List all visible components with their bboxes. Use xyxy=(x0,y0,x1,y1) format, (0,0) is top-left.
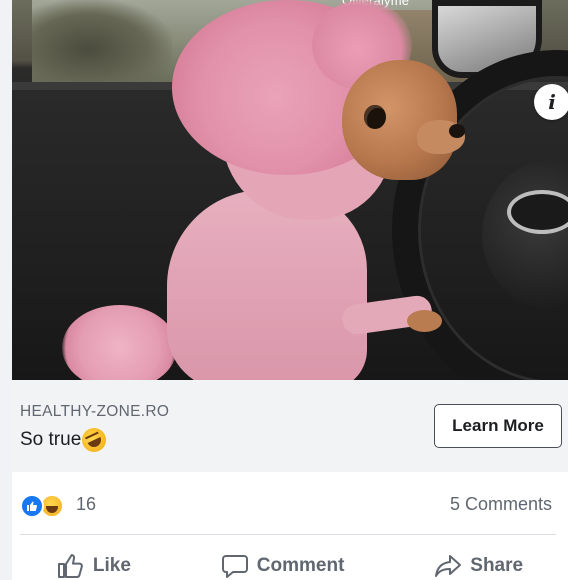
like-button[interactable]: Like xyxy=(57,537,131,579)
like-reaction-icon xyxy=(20,494,44,518)
comment-label: Comment xyxy=(256,554,345,576)
ad-headline-text: So true xyxy=(20,429,82,450)
share-button[interactable]: Share xyxy=(434,537,523,579)
ad-link-bar[interactable]: HEALTHY-ZONE.RO So true Learn More xyxy=(12,380,568,472)
dog-eye xyxy=(364,105,386,129)
dog-paw xyxy=(407,310,442,332)
tail-pompom xyxy=(62,305,177,380)
ad-domain: HEALTHY-ZONE.RO xyxy=(20,403,170,420)
rolling-laughing-emoji-icon xyxy=(78,424,111,456)
reaction-icons[interactable] xyxy=(20,494,64,518)
comment-bubble-icon xyxy=(221,553,249,579)
learn-more-button[interactable]: Learn More xyxy=(434,404,562,448)
post-photo[interactable]: Ollieraiyme i xyxy=(12,0,568,380)
like-label: Like xyxy=(92,554,131,576)
dog-nose xyxy=(449,124,465,138)
trees-background xyxy=(32,0,172,82)
info-icon[interactable]: i xyxy=(534,84,568,120)
car-logo-emblem xyxy=(507,190,568,234)
comment-button[interactable]: Comment xyxy=(221,537,345,579)
pink-sweater xyxy=(167,190,367,380)
post-actions-bar: Like Comment Share xyxy=(12,535,568,580)
reactions-summary: 16 5 Comments xyxy=(12,472,568,534)
share-arrow-icon xyxy=(434,553,462,579)
comments-count-link[interactable]: 5 Comments xyxy=(450,494,552,515)
reaction-count[interactable]: 16 xyxy=(76,494,96,515)
info-glyph: i xyxy=(548,90,556,114)
ad-headline: So true xyxy=(20,424,111,456)
thumbs-up-icon xyxy=(57,553,85,579)
share-label: Share xyxy=(470,554,524,576)
